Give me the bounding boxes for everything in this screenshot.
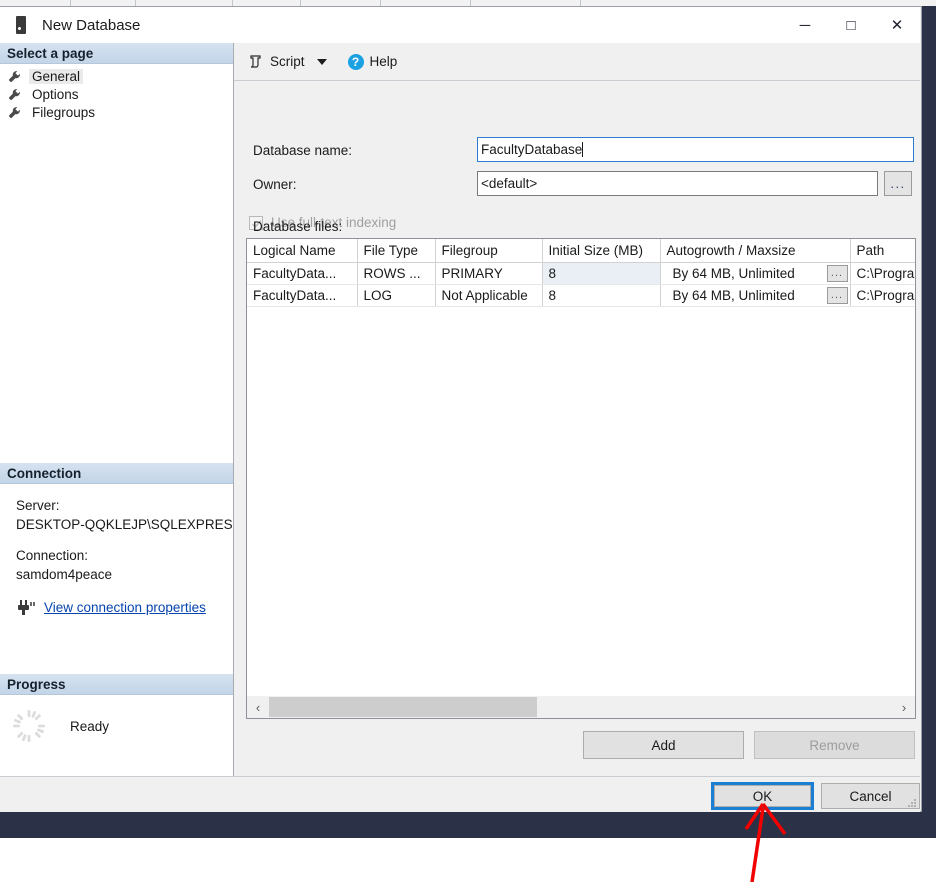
scrollbar-track[interactable]	[269, 696, 893, 718]
cell-initial-size[interactable]: 8	[542, 284, 661, 307]
grid-horizontal-scrollbar[interactable]: ‹ ›	[247, 696, 915, 718]
left-navigation-panel: Select a page General Options Filegroups	[0, 43, 234, 776]
sidebar-item-filegroups[interactable]: Filegroups	[0, 103, 233, 121]
column-header-initial-size[interactable]: Initial Size (MB)	[542, 239, 661, 263]
owner-input[interactable]: <default>	[477, 171, 878, 196]
column-header-logical-name[interactable]: Logical Name	[247, 239, 358, 263]
spinner-ring-icon	[12, 709, 46, 743]
database-name-value: FacultyDatabase	[481, 142, 583, 157]
owner-row: Owner:	[253, 177, 297, 192]
autogrowth-browse-button[interactable]: ...	[826, 264, 848, 282]
sidebar-item-label: Options	[32, 86, 79, 102]
cell-file-type[interactable]: LOG	[357, 284, 436, 307]
files-table: Logical Name File Type Filegroup Initial…	[247, 239, 915, 307]
wrench-icon	[8, 70, 21, 83]
owner-browse-button[interactable]: ...	[884, 171, 912, 196]
column-header-autogrowth[interactable]: Autogrowth / Maxsize	[660, 239, 851, 263]
dialog-toolbar: Script ? Help	[234, 43, 920, 81]
select-a-page-header: Select a page	[0, 43, 233, 64]
cell-path[interactable]: C:\Progra	[850, 284, 915, 307]
connection-value: samdom4peace	[16, 567, 113, 582]
database-files-grid: Logical Name File Type Filegroup Initial…	[246, 238, 916, 719]
table-row[interactable]: FacultyData... LOG Not Applicable 8 By 6…	[247, 284, 915, 307]
scrollbar-thumb[interactable]	[269, 697, 538, 717]
window-title: New Database	[42, 16, 141, 34]
connection-section: Connection Server: DESKTOP-QQKLEJP\SQLEX…	[0, 463, 233, 617]
maximize-icon[interactable]: □	[828, 7, 874, 43]
progress-header: Progress	[0, 674, 233, 695]
cell-autogrowth-text: By 64 MB, Unlimited	[672, 287, 795, 303]
sidebar-item-label: General	[29, 68, 84, 84]
column-header-file-type[interactable]: File Type	[357, 239, 436, 263]
help-button[interactable]: ? Help	[345, 50, 401, 74]
remove-button: Remove	[754, 731, 915, 759]
page-list: General Options Filegroups	[0, 64, 233, 121]
text-cursor	[582, 142, 584, 157]
database-name-input[interactable]: FacultyDatabase	[477, 137, 914, 162]
progress-status: Ready	[70, 718, 110, 734]
server-label: Server:	[16, 498, 60, 513]
chevron-down-icon[interactable]	[316, 58, 327, 65]
desktop-navy-band	[0, 812, 936, 838]
new-database-dialog: New Database ─ □ ✕ Select a page General…	[0, 6, 922, 812]
table-header-row: Logical Name File Type Filegroup Initial…	[247, 239, 915, 263]
cell-autogrowth[interactable]: By 64 MB, Unlimited ...	[660, 262, 851, 285]
cell-logical-name[interactable]: FacultyData...	[247, 262, 358, 285]
progress-section: Progress Ready	[0, 674, 233, 743]
cell-logical-name[interactable]: FacultyData...	[247, 284, 358, 307]
owner-label: Owner:	[253, 177, 297, 192]
connection-label: Connection:	[16, 548, 89, 563]
window-controls: ─ □ ✕	[782, 7, 920, 43]
column-header-path[interactable]: Path	[850, 239, 915, 263]
help-question-icon: ?	[347, 53, 364, 70]
server-value: DESKTOP-QQKLEJP\SQLEXPRESS	[16, 517, 233, 532]
script-label: Script	[270, 54, 305, 69]
column-header-filegroup[interactable]: Filegroup	[435, 239, 543, 263]
script-button[interactable]: Script	[246, 50, 308, 74]
owner-value: <default>	[481, 176, 538, 191]
add-button[interactable]: Add	[583, 731, 744, 759]
database-name-label: Database name:	[253, 143, 353, 158]
database-name-row: Database name:	[253, 143, 352, 158]
cell-filegroup[interactable]: PRIMARY	[435, 262, 543, 285]
wrench-icon	[8, 106, 21, 119]
connection-header: Connection	[0, 463, 233, 484]
desktop-navy-right-edge	[922, 6, 936, 812]
table-row[interactable]: FacultyData... ROWS ... PRIMARY 8 By 64 …	[247, 261, 915, 285]
sidebar-item-options[interactable]: Options	[0, 85, 233, 103]
view-connection-properties-link[interactable]: View connection properties	[44, 598, 206, 617]
help-label: Help	[369, 54, 398, 69]
resize-grip[interactable]	[906, 797, 918, 809]
wrench-icon	[8, 88, 21, 101]
plug-connection-icon	[16, 599, 36, 616]
title-bar: New Database ─ □ ✕	[0, 7, 920, 43]
scroll-left-icon[interactable]: ‹	[247, 696, 269, 718]
ok-button[interactable]: OK	[714, 785, 811, 807]
database-server-icon	[14, 16, 28, 34]
cell-autogrowth[interactable]: By 64 MB, Unlimited ...	[660, 284, 851, 307]
cell-filegroup[interactable]: Not Applicable	[435, 284, 543, 307]
connection-body: Server: DESKTOP-QQKLEJP\SQLEXPRESS Conne…	[0, 484, 233, 617]
autogrowth-browse-button[interactable]: ...	[826, 286, 848, 304]
close-icon[interactable]: ✕	[874, 7, 920, 43]
script-page-icon	[249, 54, 264, 69]
cell-path[interactable]: C:\Progra	[850, 262, 915, 285]
cell-initial-size[interactable]: 8	[541, 261, 661, 285]
sidebar-item-general[interactable]: General	[0, 67, 233, 85]
view-connection-properties-row[interactable]: View connection properties	[16, 598, 233, 617]
scroll-right-icon[interactable]: ›	[893, 696, 915, 718]
database-files-label: Database files:	[253, 219, 343, 234]
desktop-white-area	[0, 838, 936, 882]
progress-body: Ready	[0, 695, 233, 743]
cell-file-type[interactable]: ROWS ...	[357, 262, 436, 285]
cell-autogrowth-text: By 64 MB, Unlimited	[672, 265, 795, 281]
sidebar-item-label: Filegroups	[32, 104, 96, 120]
minimize-icon[interactable]: ─	[782, 7, 828, 43]
